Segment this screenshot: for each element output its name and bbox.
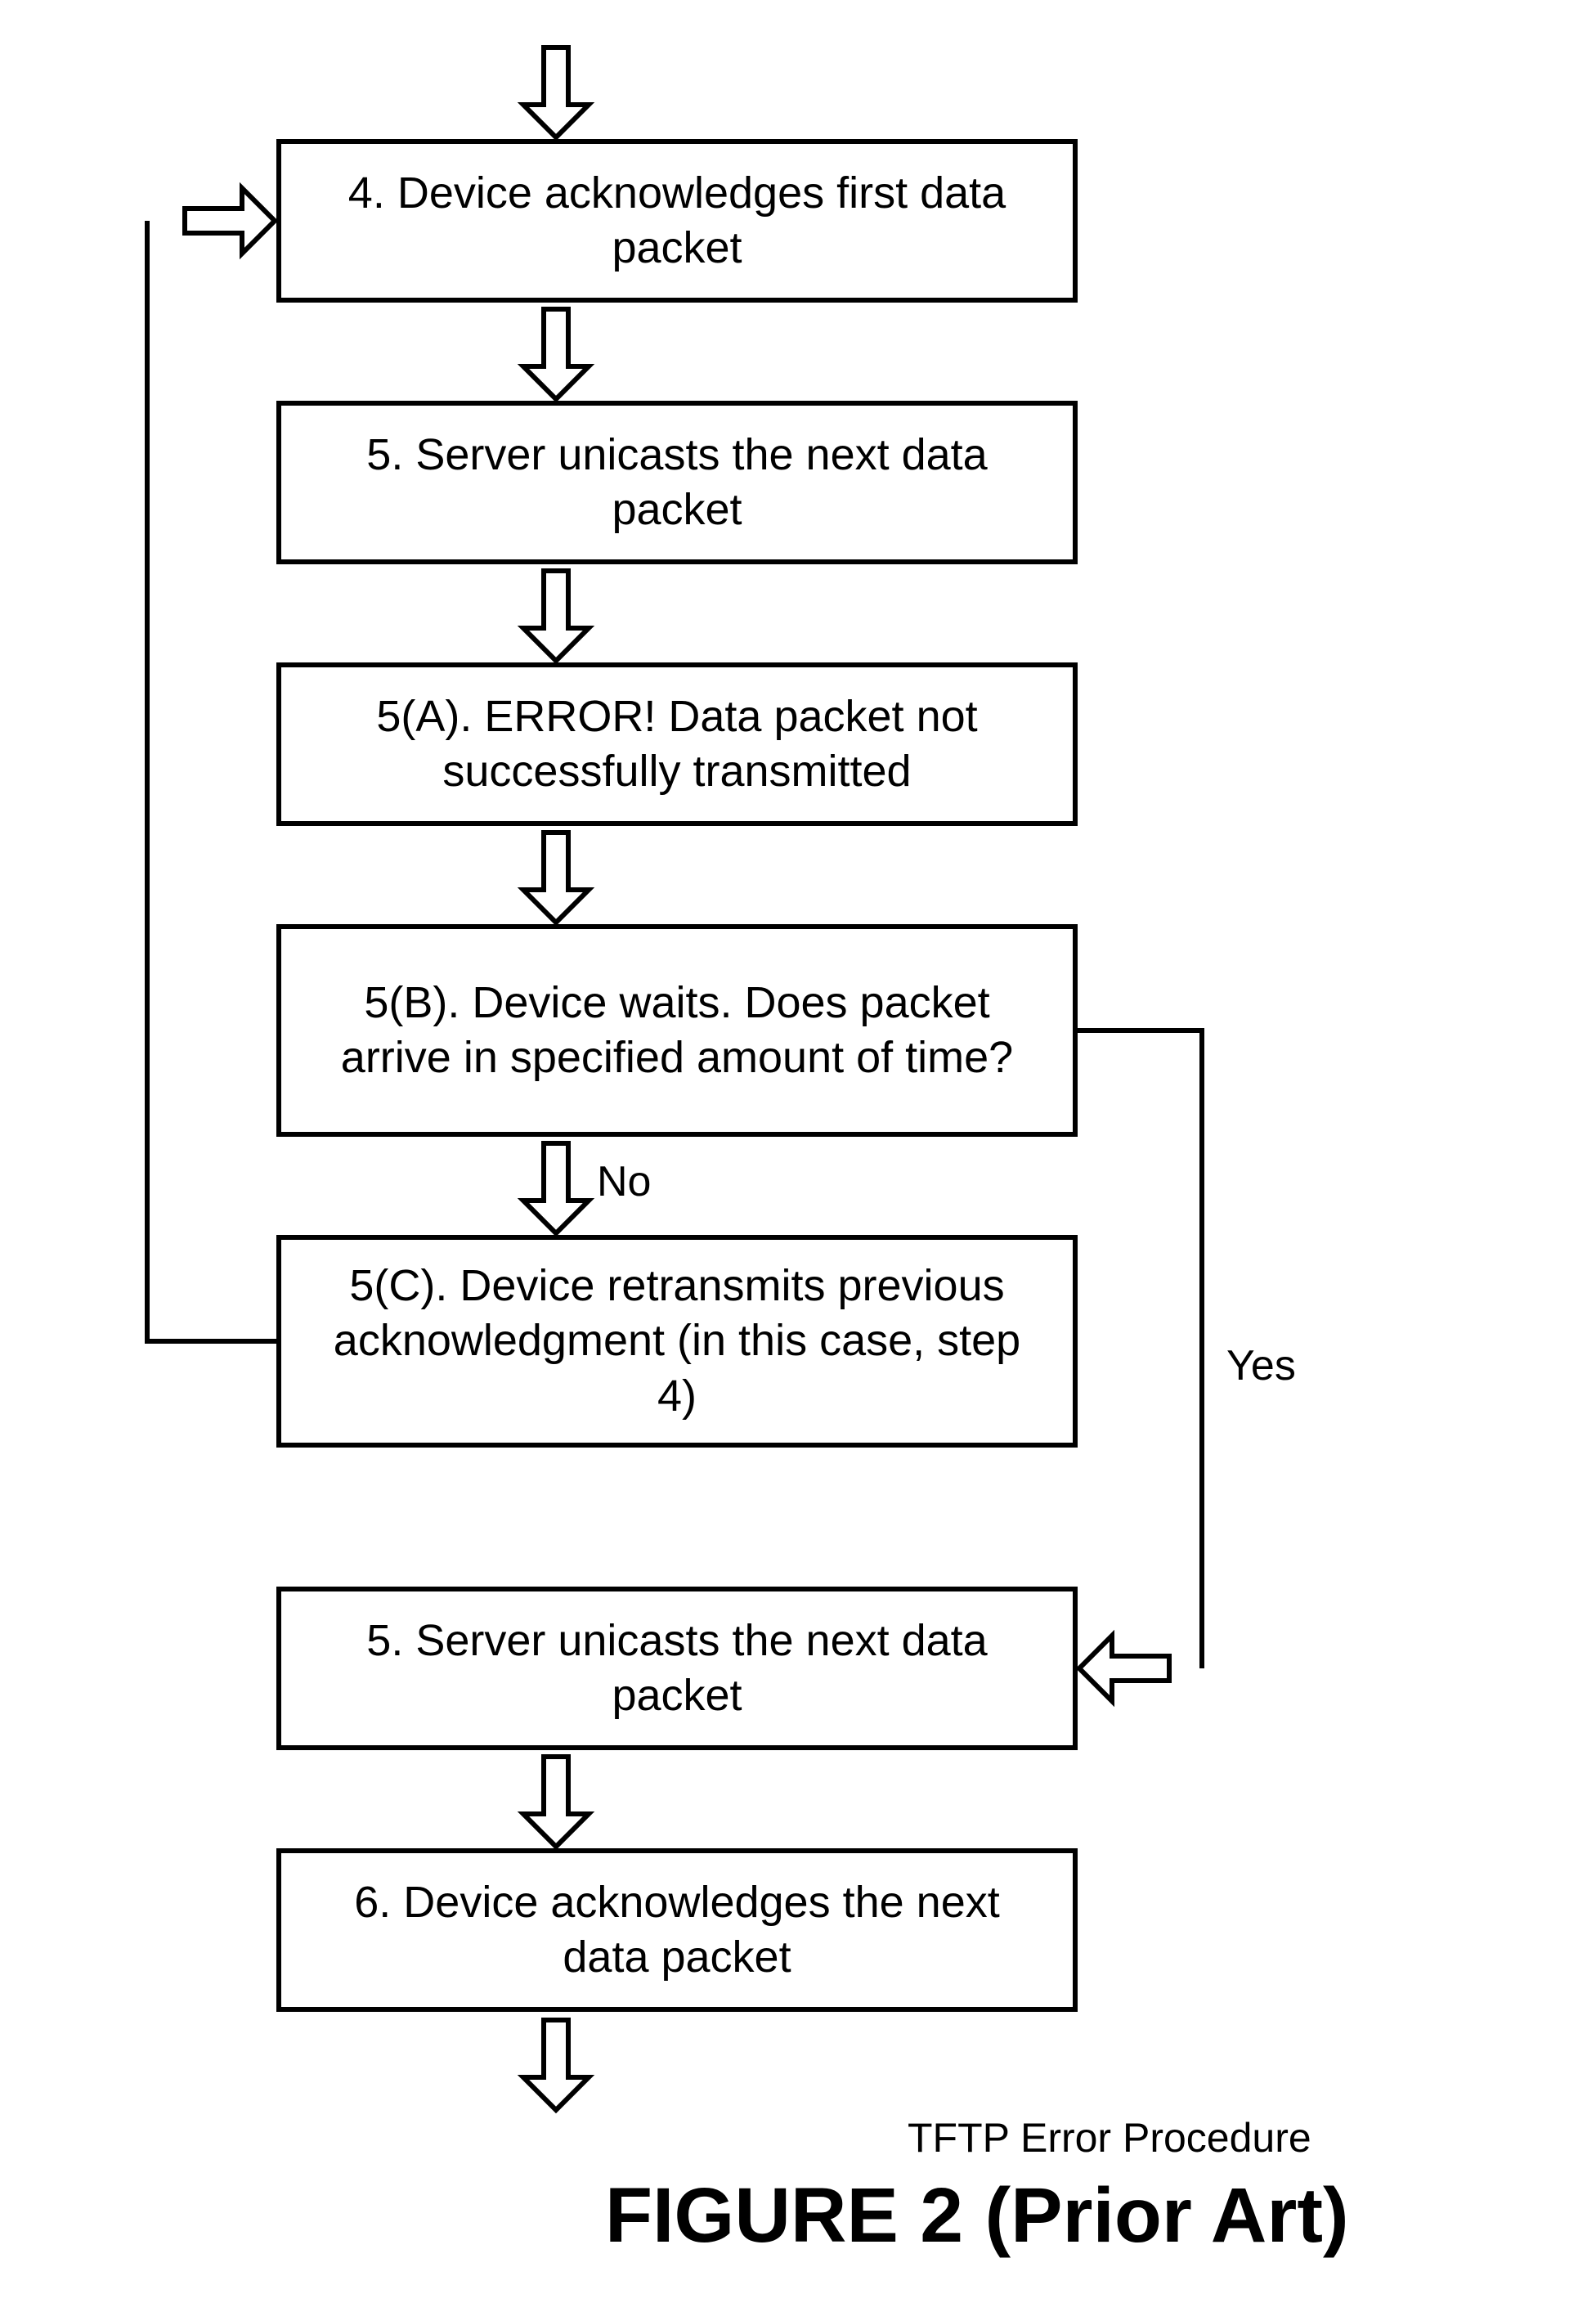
step-5-text-second: 5. Server unicasts the next data packet <box>322 1614 1032 1724</box>
step-5A-box: 5(A). ERROR! Data packet not successfull… <box>276 662 1078 826</box>
arrow-exit <box>523 2020 589 2110</box>
arrow-4-to-5 <box>523 309 589 399</box>
arrow-5A-to-5B <box>523 833 589 923</box>
step-5C-box: 5(C). Device retransmits previous acknow… <box>276 1235 1078 1448</box>
step-5-box-first: 5. Server unicasts the next data packet <box>276 401 1078 564</box>
arrow-yes-into-5second <box>1079 1636 1169 1701</box>
step-6-box: 6. Device acknowledges the next data pac… <box>276 1848 1078 2012</box>
step-4-box: 4. Device acknowledges first data packet <box>276 139 1078 303</box>
step-5B-box: 5(B). Device waits. Does packet arrive i… <box>276 924 1078 1137</box>
arrow-5second-to-6 <box>523 1757 589 1847</box>
step-5A-text: 5(A). ERROR! Data packet not successfull… <box>322 689 1032 800</box>
step-5C-text: 5(C). Device retransmits previous acknow… <box>322 1259 1032 1425</box>
flowchart-page: 4. Device acknowledges first data packet… <box>0 0 1596 2303</box>
figure-title: FIGURE 2 (Prior Art) <box>605 2171 1349 2260</box>
arrow-entry <box>523 47 589 137</box>
label-no: No <box>597 1157 651 1206</box>
yes-line <box>1078 1030 1202 1668</box>
label-yes: Yes <box>1226 1341 1296 1390</box>
arrow-5B-to-5C <box>523 1143 589 1233</box>
arrow-5-to-5A <box>523 571 589 661</box>
step-5B-text: 5(B). Device waits. Does packet arrive i… <box>322 976 1032 1086</box>
feedback-line <box>147 221 276 1341</box>
step-5-text-first: 5. Server unicasts the next data packet <box>322 428 1032 538</box>
step-4-text: 4. Device acknowledges first data packet <box>322 166 1032 276</box>
arrow-feedback-into-4 <box>185 188 275 254</box>
step-6-text: 6. Device acknowledges the next data pac… <box>322 1875 1032 1986</box>
caption-text: TFTP Error Procedure <box>908 2114 1311 2162</box>
step-5-box-second: 5. Server unicasts the next data packet <box>276 1587 1078 1750</box>
